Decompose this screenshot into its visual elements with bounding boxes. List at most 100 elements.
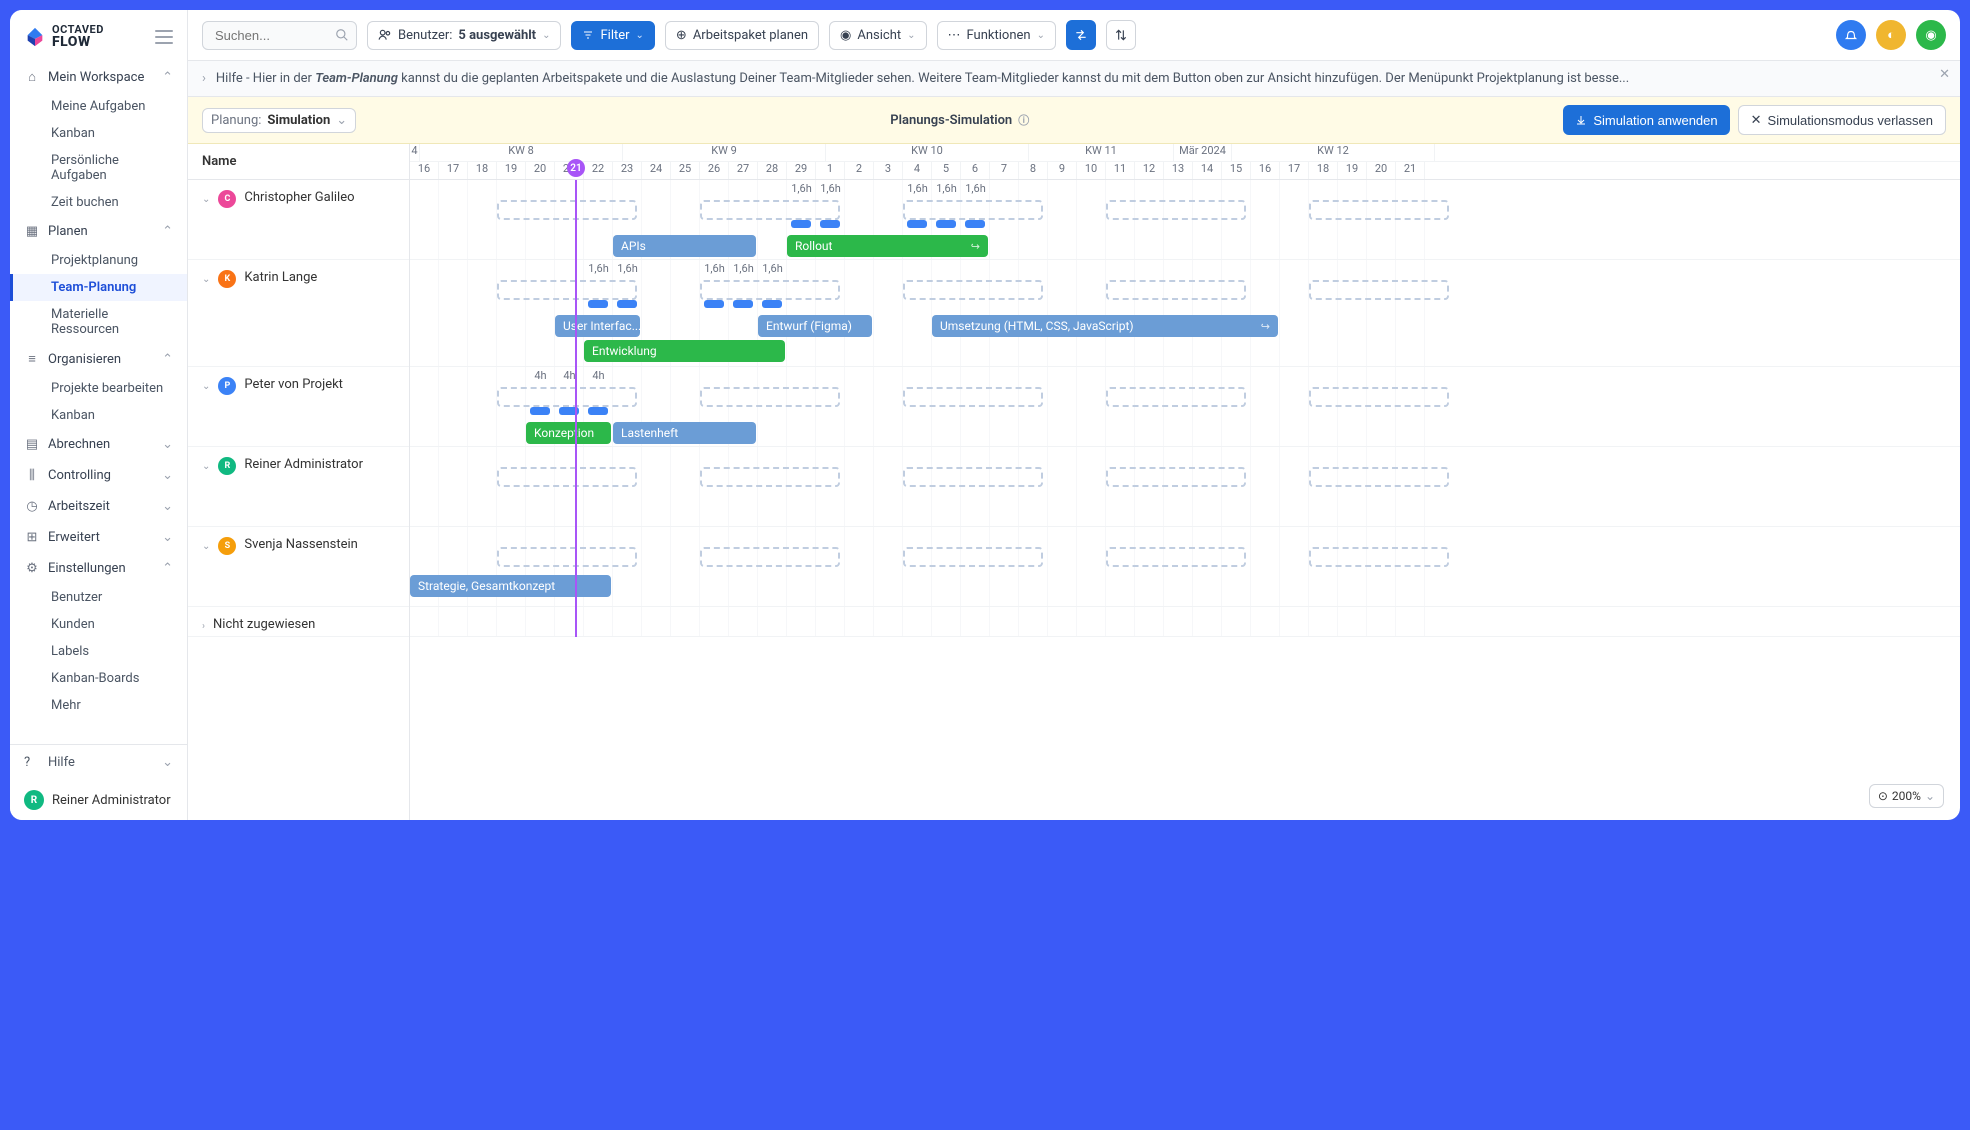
nav-group-controlling[interactable]: ⫼Controlling⌄	[10, 460, 187, 491]
nav-item-kanban[interactable]: Kanban	[10, 120, 187, 147]
search-input[interactable]	[202, 21, 357, 50]
plan-workpackage-button[interactable]: ⊕ Arbeitspaket planen	[665, 21, 819, 50]
chevron-down-icon[interactable]: ⌄	[202, 274, 210, 285]
nav-group-arbeitszeit[interactable]: ◷Arbeitszeit⌄	[10, 491, 187, 522]
nav-item-projekte-bearbeiten[interactable]: Projekte bearbeiten	[10, 375, 187, 402]
sidebar-help[interactable]: ? Hilfe ⌄	[10, 745, 187, 780]
nav-item-team-planung[interactable]: Team-Planung	[10, 274, 187, 301]
unassigned-label: Nicht zugewiesen	[213, 617, 315, 632]
task-label: Entwurf (Figma)	[766, 319, 852, 333]
search-box	[202, 21, 357, 50]
logo[interactable]: OCTAVEDFLOW	[24, 24, 104, 49]
nav-item-projektplanung[interactable]: Projektplanung	[10, 247, 187, 274]
task-label: Entwicklung	[592, 344, 657, 358]
allocation-block[interactable]	[820, 220, 840, 228]
day-header: 23	[613, 162, 642, 179]
nav-item-kanban-boards[interactable]: Kanban-Boards	[10, 665, 187, 692]
capacity-label: 1,6h	[758, 262, 787, 275]
functions-button[interactable]: ⋯ Funktionen ⌄	[937, 21, 1056, 50]
chevron-down-icon[interactable]: ⌄	[202, 461, 210, 472]
eye-icon: ◉	[840, 28, 851, 43]
task-bar[interactable]: User Interfac...	[555, 315, 640, 337]
allocation-block[interactable]	[965, 220, 985, 228]
capacity-label: 4h	[555, 369, 584, 382]
capacity-label: 4h	[526, 369, 555, 382]
nav-item-meine-aufgaben[interactable]: Meine Aufgaben	[10, 93, 187, 120]
chevron-down-icon[interactable]: ⌄	[202, 381, 210, 392]
sidebar-current-user[interactable]: R Reiner Administrator	[10, 780, 187, 820]
allocation-block[interactable]	[588, 407, 608, 415]
capacity-label: 1,6h	[729, 262, 758, 275]
nav-item-zeit-buchen[interactable]: Zeit buchen	[10, 189, 187, 216]
user-select[interactable]: Benutzer: 5 ausgewählt ⌄	[367, 21, 561, 50]
nav-item-mehr[interactable]: Mehr	[10, 692, 187, 719]
help-banner: › Hilfe - Hier in der Team-Planung kanns…	[188, 61, 1960, 97]
allocation-block[interactable]	[936, 220, 956, 228]
nav-item-kanban[interactable]: Kanban	[10, 402, 187, 429]
allocation-block[interactable]	[588, 300, 608, 308]
chevron-down-icon[interactable]: ⌄	[202, 194, 210, 205]
task-bar[interactable]: Lastenheft	[613, 422, 756, 444]
avatar: C	[218, 190, 236, 208]
nav-group-abrechnen[interactable]: ▤Abrechnen⌄	[10, 429, 187, 460]
planning-select[interactable]: Planung: Simulation ⌄	[202, 108, 356, 133]
sort-button[interactable]	[1106, 20, 1136, 50]
allocation-block[interactable]	[762, 300, 782, 308]
day-header: 24	[642, 162, 671, 179]
task-bar[interactable]: Entwicklung	[584, 340, 785, 362]
view-button[interactable]: ◉ Ansicht ⌄	[829, 21, 926, 50]
avatar: R	[24, 790, 44, 810]
task-label: Umsetzung (HTML, CSS, JavaScript)	[940, 319, 1134, 333]
task-bar[interactable]: Strategie, Gesamtkonzept	[410, 575, 611, 597]
user-select-label: Benutzer:	[398, 28, 452, 43]
apply-simulation-button[interactable]: Simulation anwenden	[1563, 105, 1729, 135]
nav-group-mein-workspace[interactable]: ⌂Mein Workspace⌃	[10, 61, 187, 93]
info-button[interactable]: ◐	[1876, 20, 1906, 50]
close-icon[interactable]: ✕	[1939, 67, 1950, 82]
notification-button[interactable]	[1836, 20, 1866, 50]
timeline-row: 4h4h4hKonzeptionLastenheft	[410, 367, 1960, 447]
day-header: 29	[787, 162, 816, 179]
swap-button[interactable]	[1066, 20, 1096, 50]
chevron-right-icon[interactable]: ›	[202, 621, 205, 632]
filter-button[interactable]: Filter ⌄	[571, 21, 654, 50]
chevron-down-icon[interactable]: ⌄	[202, 541, 210, 552]
task-bar[interactable]: Rollout↪	[787, 235, 988, 257]
avatar: P	[218, 377, 236, 395]
allocation-block[interactable]	[704, 300, 724, 308]
task-bar[interactable]: APIs	[613, 235, 756, 257]
nav-item-labels[interactable]: Labels	[10, 638, 187, 665]
week-header: KW 10	[826, 144, 1029, 161]
nav-item-kunden[interactable]: Kunden	[10, 611, 187, 638]
chevron-right-icon[interactable]: ›	[202, 71, 206, 86]
task-bar[interactable]: Konzeption	[526, 422, 611, 444]
chevron-down-icon: ⌄	[1925, 789, 1935, 803]
help-banner-text: Hilfe - Hier in der Team-Planung kannst …	[216, 71, 1629, 86]
allocation-block[interactable]	[791, 220, 811, 228]
timeline[interactable]: 21 4KW 8KW 9KW 10KW 11Mär 2024KW 12 1617…	[410, 144, 1960, 820]
allocation-block[interactable]	[907, 220, 927, 228]
nav-item-materielle-ressourcen[interactable]: Materielle Ressourcen	[10, 301, 187, 343]
info-icon[interactable]: ⓘ	[1018, 112, 1029, 128]
allocation-block[interactable]	[530, 407, 550, 415]
task-bar[interactable]: Umsetzung (HTML, CSS, JavaScript)↪	[932, 315, 1278, 337]
status-button[interactable]: ◉	[1916, 20, 1946, 50]
capacity-label: 1,6h	[903, 182, 932, 195]
target-icon: ⊙	[1878, 789, 1888, 803]
unassigned-row[interactable]: › Nicht zugewiesen	[188, 607, 409, 637]
task-bar[interactable]: Entwurf (Figma)	[758, 315, 872, 337]
nav-group-organisieren[interactable]: ≡Organisieren⌃	[10, 343, 187, 375]
nav-group-einstellungen[interactable]: ⚙Einstellungen⌃	[10, 553, 187, 584]
nav-group-planen[interactable]: ▦Planen⌃	[10, 216, 187, 247]
nav-group-erweitert[interactable]: ⊞Erweitert⌄	[10, 522, 187, 553]
allocation-block[interactable]	[733, 300, 753, 308]
chevron-down-icon: ⌄	[162, 499, 173, 514]
exit-simulation-button[interactable]: ✕ Simulationsmodus verlassen	[1738, 105, 1946, 135]
person-row: ⌄CChristopher Galileo	[188, 180, 409, 260]
day-header: 12	[1135, 162, 1164, 179]
allocation-block[interactable]	[617, 300, 637, 308]
zoom-control[interactable]: ⊙ 200% ⌄	[1869, 784, 1944, 808]
nav-item-benutzer[interactable]: Benutzer	[10, 584, 187, 611]
nav-item-persönliche-aufgaben[interactable]: Persönliche Aufgaben	[10, 147, 187, 189]
sidebar-toggle[interactable]	[155, 30, 173, 44]
